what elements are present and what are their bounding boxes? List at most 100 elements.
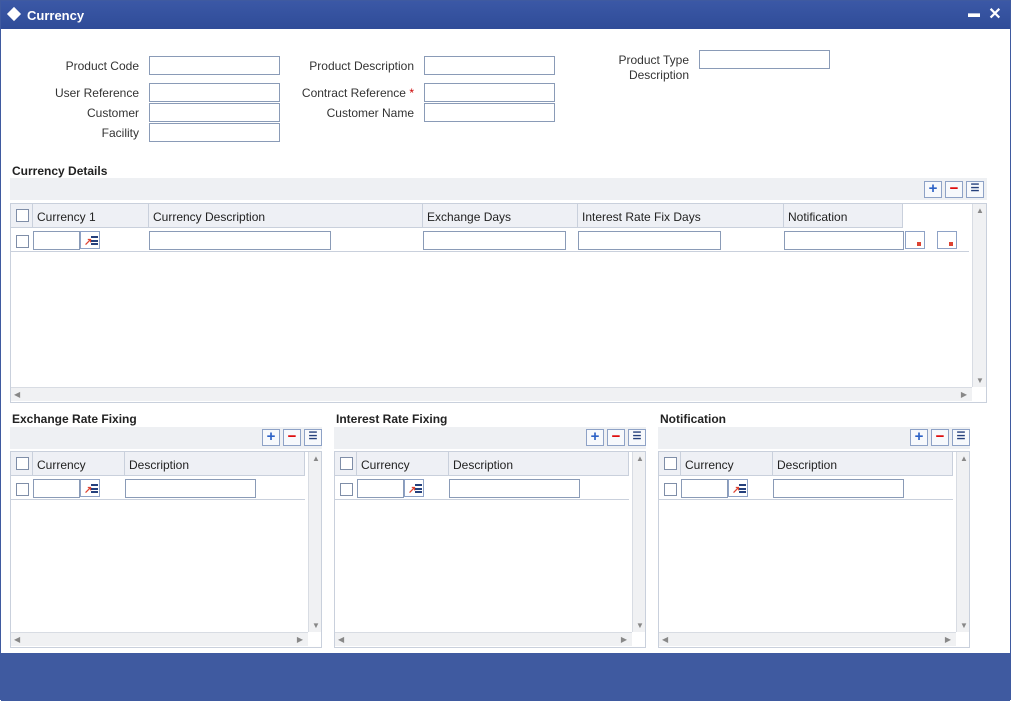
vertical-scrollbar[interactable]: ▲ ▼ [972,204,986,387]
product-type-description-label: Product Type Description [591,53,690,82]
user-reference-input[interactable] [149,83,280,102]
delete-row-icon[interactable]: − [607,429,625,446]
scroll-right-icon[interactable]: ▶ [297,635,303,644]
select-all-checkbox[interactable] [16,457,29,470]
scroll-down-icon[interactable]: ▼ [636,621,644,630]
contract-reference-label-text: Contract Reference [301,86,406,100]
currency-details-title: Currency Details [12,164,108,178]
contract-reference-input[interactable] [424,83,555,102]
product-code-input[interactable] [149,56,280,75]
row-checkbox[interactable] [16,235,29,248]
column-header-currency[interactable]: Currency [681,452,773,476]
scroll-up-icon[interactable]: ▲ [960,454,968,463]
row-checkbox[interactable] [664,483,677,496]
lov-icon[interactable]: ↗ [80,479,100,497]
column-header-currency-description[interactable]: Currency Description [149,204,423,228]
currency-input[interactable] [357,479,404,498]
list-view-icon[interactable]: ☰ [304,429,322,446]
product-type-description-input[interactable] [699,50,830,69]
delete-row-icon[interactable]: − [931,429,949,446]
scroll-right-icon[interactable]: ▶ [621,635,627,644]
add-row-icon[interactable]: + [910,429,928,446]
scroll-down-icon[interactable]: ▼ [312,621,320,630]
add-row-icon[interactable]: + [262,429,280,446]
lov-icon[interactable]: ↗ [404,479,424,497]
interest-rate-fixing-grid: Currency Description ↗ ▲ ▼ ◀ ▶ [334,451,646,648]
description-input[interactable] [773,479,904,498]
column-header-description[interactable]: Description [773,452,953,476]
column-header-description[interactable]: Description [125,452,305,476]
row-checkbox[interactable] [340,483,353,496]
scroll-left-icon[interactable]: ◀ [662,635,668,644]
list-view-icon[interactable]: ☰ [628,429,646,446]
select-all-checkbox[interactable] [16,209,29,222]
customer-label: Customer [86,106,139,120]
column-header-description[interactable]: Description [449,452,629,476]
footer-bar [1,653,1010,701]
delete-row-icon[interactable]: − [283,429,301,446]
add-row-icon[interactable]: + [924,181,942,198]
lov-icon[interactable]: ↗ [80,231,100,249]
vertical-scrollbar[interactable]: ▲ ▼ [308,452,321,632]
currency-input[interactable] [681,479,728,498]
exchange-rate-fixing-grid: Currency Description ↗ ▲ ▼ ◀ ▶ [10,451,322,648]
scroll-down-icon[interactable]: ▼ [960,621,968,630]
select-all-checkbox[interactable] [664,457,677,470]
currency1-input[interactable] [33,231,80,250]
column-header-currency1[interactable]: Currency 1 [33,204,149,228]
notification-detail-icon[interactable] [905,231,925,249]
title-bar[interactable]: Currency ▬ ✕ [1,1,1010,29]
minimize-icon[interactable]: ▬ [967,7,981,21]
scroll-up-icon[interactable]: ▲ [976,206,984,215]
select-all-checkbox[interactable] [340,457,353,470]
horizontal-scrollbar[interactable]: ◀ ▶ [11,632,308,646]
scroll-right-icon[interactable]: ▶ [945,635,951,644]
product-description-input[interactable] [424,56,555,75]
column-header-currency[interactable]: Currency [357,452,449,476]
scroll-left-icon[interactable]: ◀ [338,635,344,644]
scroll-left-icon[interactable]: ◀ [14,390,20,399]
select-all-cell [335,452,357,476]
add-row-icon[interactable]: + [586,429,604,446]
vertical-scrollbar[interactable]: ▲ ▼ [632,452,645,632]
list-view-icon[interactable]: ☰ [966,181,984,198]
horizontal-scrollbar[interactable]: ◀ ▶ [11,387,972,401]
vertical-scrollbar[interactable]: ▲ ▼ [956,452,969,632]
description-input[interactable] [125,479,256,498]
scroll-left-icon[interactable]: ◀ [14,635,20,644]
row-divider [11,251,969,252]
notification-input[interactable] [784,231,904,250]
horizontal-scrollbar[interactable]: ◀ ▶ [659,632,956,646]
lov-icon[interactable]: ↗ [728,479,748,497]
select-all-cell [11,204,33,228]
currency-description-input[interactable] [149,231,331,250]
row-checkbox[interactable] [16,483,29,496]
scroll-up-icon[interactable]: ▲ [636,454,644,463]
product-type-label-line1: Product Type [618,53,690,67]
customer-name-input[interactable] [424,103,555,122]
window-title: Currency [27,8,85,23]
currency-input[interactable] [33,479,80,498]
close-icon[interactable]: ✕ [987,4,1003,23]
scroll-right-icon[interactable]: ▶ [961,390,967,399]
exchange-days-input[interactable] [423,231,566,250]
scroll-up-icon[interactable]: ▲ [312,454,320,463]
user-reference-label: User Reference [54,86,139,100]
scroll-down-icon[interactable]: ▼ [976,376,984,385]
horizontal-scrollbar[interactable]: ◀ ▶ [335,632,632,646]
exchange-rate-fixing-toolbar: + − ☰ [10,427,322,449]
customer-input[interactable] [149,103,280,122]
currency-details-toolbar: + − ☰ [10,178,987,200]
column-header-interest-rate-fix-days[interactable]: Interest Rate Fix Days [578,204,784,228]
list-view-icon[interactable]: ☰ [952,429,970,446]
notification-detail-icon[interactable] [937,231,957,249]
facility-input[interactable] [149,123,280,142]
product-description-label: Product Description [309,59,414,73]
column-header-exchange-days[interactable]: Exchange Days [423,204,578,228]
description-input[interactable] [449,479,580,498]
column-header-notification[interactable]: Notification [784,204,903,228]
required-marker: * [409,86,414,100]
delete-row-icon[interactable]: − [945,181,963,198]
column-header-currency[interactable]: Currency [33,452,125,476]
interest-rate-fix-days-input[interactable] [578,231,721,250]
